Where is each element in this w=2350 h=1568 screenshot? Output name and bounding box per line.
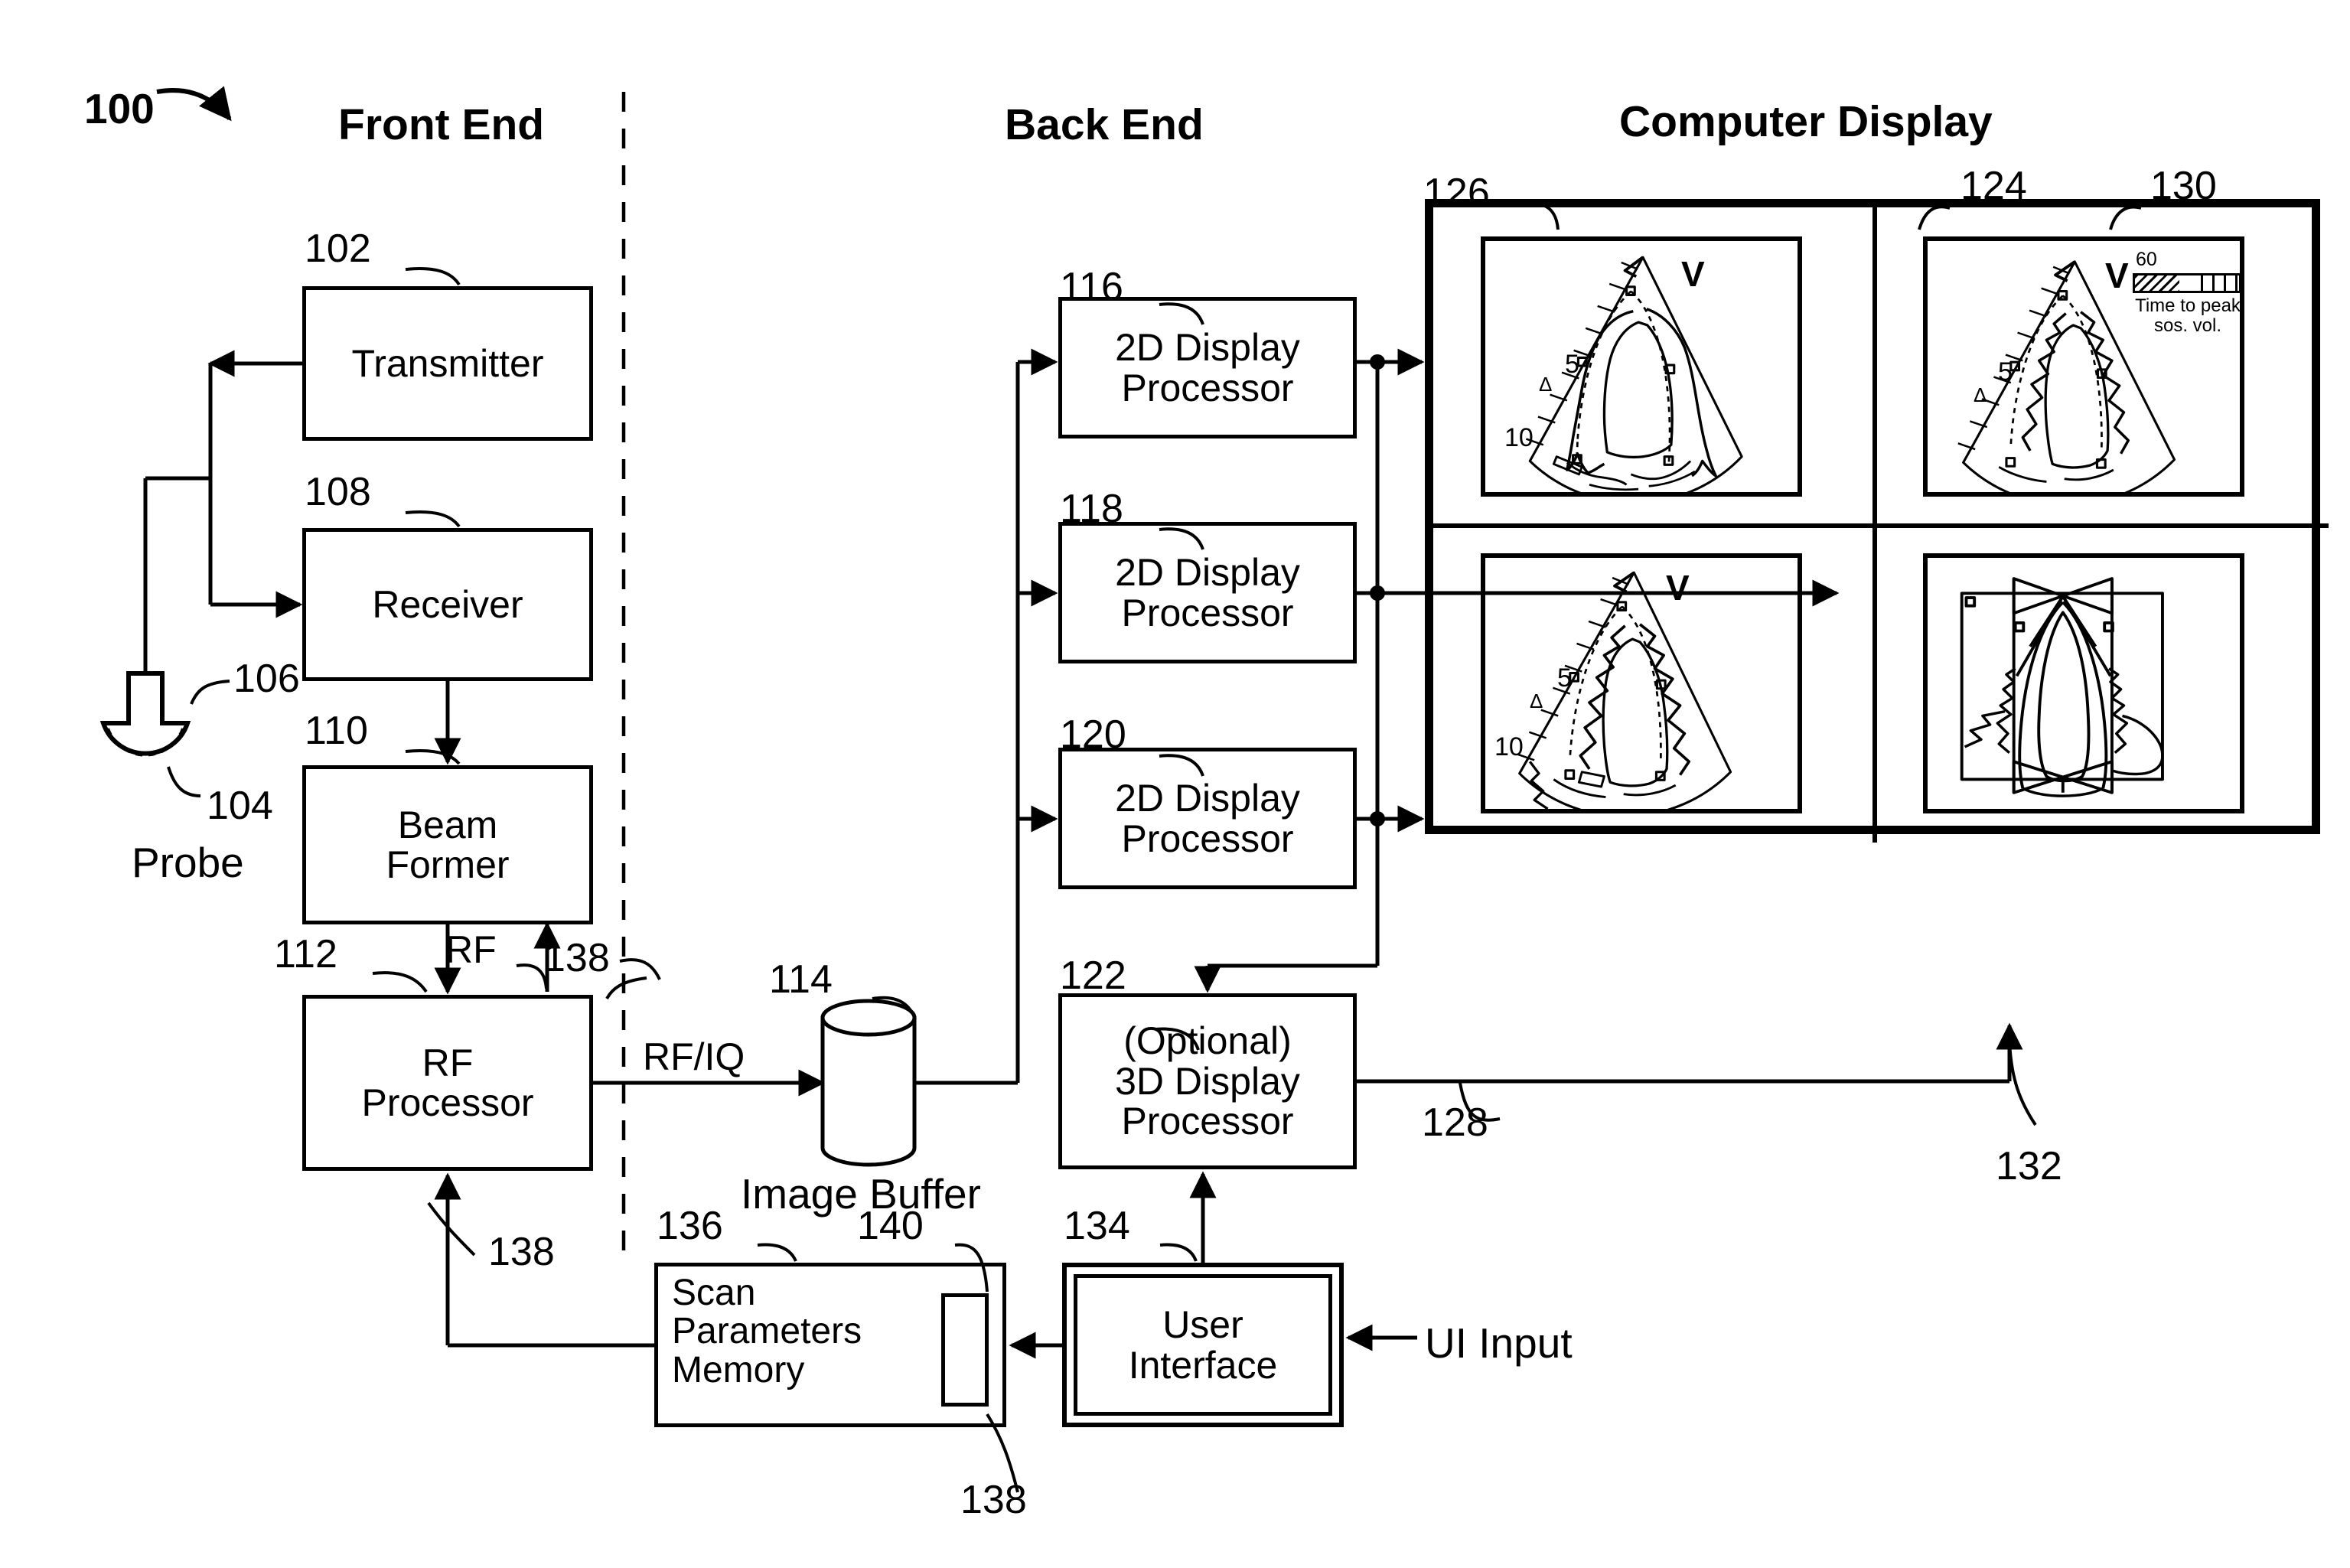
column-header-front-end: Front End <box>338 100 545 149</box>
scan-parameters-slot <box>941 1293 989 1407</box>
ref-114: 114 <box>769 957 833 1002</box>
panel-tl-depth-5: 5 <box>1565 350 1579 379</box>
colorbar-caption-line2: sos. vol. <box>2153 315 2222 336</box>
block-2d-display-processor-2: 2D Display Processor <box>1058 522 1357 663</box>
ref-102: 102 <box>305 227 371 271</box>
panel-bl-depth-10: 10 <box>1494 732 1524 761</box>
block-3d-display-processor: (Optional) 3D Display Processor <box>1058 993 1357 1169</box>
colorbar-caption-line1: Time to peak <box>2135 295 2241 316</box>
dp3d-line2: 3D Display <box>1115 1059 1300 1103</box>
dp1-line2: Processor <box>1121 366 1294 409</box>
display-panel-bottom-left[interactable]: V 5 10 Δ <box>1481 553 1802 818</box>
colorbar-hatched-segment <box>2135 275 2179 291</box>
ultrasound-sector-image-bottom-left <box>1517 571 1732 818</box>
dp3-line2: Processor <box>1121 817 1294 860</box>
block-transmitter-label: Transmitter <box>351 341 544 385</box>
display-panel-bottom-right[interactable] <box>1923 553 2244 813</box>
dp3-line1: 2D Display <box>1115 777 1300 820</box>
ref-128: 128 <box>1422 1100 1488 1145</box>
panel-bl-depth-5: 5 <box>1557 663 1572 693</box>
panel-tr-v-label: V <box>2105 256 2129 295</box>
user-interface-line1: User <box>1162 1303 1243 1346</box>
panel-tr-depth-5: 5 <box>1998 357 2013 386</box>
block-rf-processor-label-line1: RF <box>422 1041 474 1084</box>
ref-138-c: 138 <box>960 1478 1027 1522</box>
block-transmitter: Transmitter <box>302 286 593 441</box>
ultrasound-sector-image-top-left <box>1526 256 1743 504</box>
ref-112: 112 <box>274 932 337 976</box>
ref-108: 108 <box>305 470 371 514</box>
ref-106: 106 <box>233 657 300 701</box>
panel-tl-depth-10: 10 <box>1504 423 1534 452</box>
column-header-back-end: Back End <box>1005 100 1204 149</box>
panel-tr-triangle-marker: Δ <box>1974 383 1987 406</box>
ref-132: 132 <box>1996 1144 2062 1188</box>
figure-number: 100 <box>84 85 155 132</box>
ref-126: 126 <box>1423 171 1490 215</box>
dp3d-line1: (Optional) <box>1123 1019 1292 1063</box>
probe-label: Probe <box>132 839 244 886</box>
figure-100-arrow <box>156 86 232 122</box>
colorbar-tick-2 <box>2212 275 2215 291</box>
computer-display-monitor: V 5 10 Δ V 5 Δ 60 Time to peak sos. vol.… <box>1425 199 2329 843</box>
ref-130: 130 <box>2150 164 2217 208</box>
ref-104: 104 <box>207 784 273 828</box>
ref-118: 118 <box>1060 487 1123 531</box>
ref-138-a: 138 <box>543 936 610 980</box>
ref-140: 140 <box>857 1204 924 1248</box>
image-buffer-cylinder <box>820 999 917 1167</box>
ref-134: 134 <box>1064 1204 1130 1248</box>
block-rf-processor-label-line2: Processor <box>361 1081 534 1124</box>
ref-138-b: 138 <box>488 1230 555 1274</box>
panel-tl-triangle-marker: Δ <box>1539 373 1553 396</box>
panel-bl-v-label: V <box>1666 568 1690 608</box>
scan-params-line3: Memory <box>672 1349 805 1390</box>
colorbar-tick-3 <box>2224 275 2226 291</box>
ref-116: 116 <box>1060 265 1123 309</box>
monitor-horizontal-divider <box>1433 523 2329 528</box>
dp1-line1: 2D Display <box>1115 326 1300 369</box>
dp3d-line3: Processor <box>1121 1100 1294 1143</box>
ref-120: 120 <box>1060 712 1126 757</box>
panel-tl-v-label: V <box>1681 254 1705 294</box>
user-interface-line2: Interface <box>1128 1343 1278 1387</box>
block-beam-former: Beam Former <box>302 765 593 924</box>
display-panel-top-right[interactable]: V 5 Δ 60 Time to peak sos. vol. <box>1923 236 2244 507</box>
ref-124: 124 <box>1961 164 2027 208</box>
column-header-computer-display: Computer Display <box>1619 97 1993 146</box>
block-2d-display-processor-3: 2D Display Processor <box>1058 748 1357 889</box>
block-beam-former-label-line2: Former <box>386 843 510 886</box>
signal-label-rf: RF <box>445 928 497 971</box>
probe-icon <box>99 671 191 757</box>
three-d-rendering-image <box>1960 577 2164 797</box>
signal-label-ui-input: UI Input <box>1425 1319 1573 1367</box>
ref-122: 122 <box>1060 954 1126 998</box>
scan-params-line1: Scan <box>672 1273 756 1313</box>
display-panel-top-left[interactable]: V 5 10 Δ <box>1481 236 1802 504</box>
ref-136: 136 <box>657 1204 723 1248</box>
colorbar-tick-1 <box>2201 275 2203 291</box>
scan-params-line2: Parameters <box>672 1311 862 1352</box>
colorbar-value: 60 <box>2136 249 2157 270</box>
block-2d-display-processor-1: 2D Display Processor <box>1058 297 1357 438</box>
block-rf-processor: RF Processor <box>302 995 593 1171</box>
ref-110: 110 <box>305 709 368 753</box>
dp2-line2: Processor <box>1121 591 1294 634</box>
dp2-line1: 2D Display <box>1115 551 1300 594</box>
block-beam-former-label-line1: Beam <box>397 803 498 846</box>
colorbar-tick-4 <box>2235 275 2238 291</box>
colorbar <box>2133 273 2241 293</box>
signal-label-rf-iq: RF/IQ <box>643 1035 745 1078</box>
block-user-interface: User Interface <box>1062 1263 1344 1427</box>
block-receiver: Receiver <box>302 528 593 681</box>
block-receiver-label: Receiver <box>372 582 523 626</box>
panel-bl-triangle-marker: Δ <box>1530 689 1543 712</box>
